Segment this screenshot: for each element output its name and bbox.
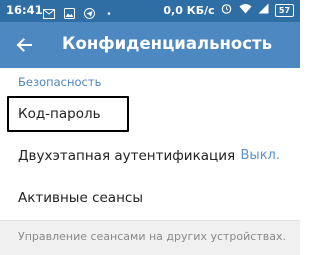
- telegram-icon: [84, 4, 96, 23]
- status-right: 0,0 КБ/с 57: [163, 3, 294, 17]
- arrow-left-icon: [16, 38, 32, 52]
- section-footer: Управление сеансами на других устройства…: [0, 220, 300, 255]
- net-speed: 0,0 КБ/с: [163, 3, 215, 17]
- mail-icon: [43, 4, 55, 23]
- row-label: Двухэтапная аутентификация: [18, 148, 236, 164]
- highlight-frame: [7, 96, 129, 132]
- back-button[interactable]: [10, 31, 38, 59]
- section-header-security: Безопасность: [18, 75, 102, 89]
- alarm-icon: [221, 3, 232, 17]
- footer-text: Управление сеансами на других устройства…: [18, 230, 286, 243]
- status-time: 16:41: [6, 3, 43, 17]
- row-active-sessions[interactable]: Активные сеансы: [0, 178, 300, 218]
- page-title: Конфиденциальность: [62, 34, 273, 53]
- row-value: Выкл.: [240, 148, 280, 163]
- status-bar: 16:41 0,0 КБ/с 57: [0, 0, 300, 22]
- app-bar: Конфиденциальность: [0, 22, 300, 68]
- notification-icons: [43, 4, 118, 23]
- signal-icon: [258, 3, 269, 17]
- battery-level: 57: [278, 5, 291, 15]
- image-icon: [64, 4, 76, 23]
- battery-icon: 57: [275, 3, 294, 17]
- row-two-step-auth[interactable]: Двухэтапная аутентификация Выкл.: [0, 135, 300, 175]
- row-label: Активные сеансы: [18, 190, 143, 206]
- wifi-icon: [239, 3, 252, 17]
- more-dots-icon: [104, 4, 114, 23]
